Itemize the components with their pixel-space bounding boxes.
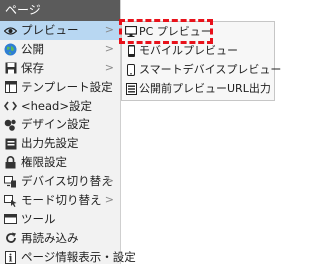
menu-item-label: ツール: [21, 211, 56, 226]
save-icon: [4, 62, 17, 75]
menu-item-device-switch[interactable]: デバイス切り替え >: [0, 172, 120, 191]
menu-item-template-settings[interactable]: テンプレート設定: [0, 78, 120, 97]
menu-item-publish[interactable]: 公開 >: [0, 40, 120, 59]
toolbar-icon: [4, 213, 17, 226]
url-output-icon: [125, 82, 137, 95]
submenu-item-smart-device-preview[interactable]: スマートデバイスプレビュー: [122, 60, 281, 79]
smartphone-icon: [125, 63, 137, 76]
submenu-arrow-icon: >: [104, 23, 114, 36]
menu-item-preview[interactable]: プレビュー >: [0, 21, 120, 40]
menu-item-save[interactable]: 保存 >: [0, 59, 120, 78]
menu-item-design-settings[interactable]: デザイン設定: [0, 115, 120, 134]
code-icon: [4, 100, 17, 113]
submenu-item-mobile-preview[interactable]: モバイルプレビュー: [122, 41, 274, 60]
menu-item-permission-settings[interactable]: 権限設定: [0, 153, 120, 172]
submenu-item-label: スマートデバイスプレビュー: [139, 63, 282, 76]
template-icon: [4, 81, 17, 94]
mode-switch-icon: [4, 194, 17, 207]
menu-item-label: 公開: [21, 41, 44, 56]
menu-item-label: デザイン設定: [21, 117, 90, 132]
page-menu: ページ プレビュー > 公開 > 保存 > テンプレート設定 <head>設定: [0, 0, 136, 264]
menu-item-label: モード切り替え: [21, 193, 102, 208]
submenu-item-pc-preview[interactable]: PC プレビュー: [122, 22, 274, 41]
info-icon: i: [4, 250, 17, 264]
palette-icon: [4, 118, 17, 131]
submenu-arrow-icon: >: [104, 174, 114, 188]
menu-item-label: テンプレート設定: [21, 79, 113, 94]
eye-icon: [4, 24, 17, 37]
reload-icon: [4, 232, 17, 245]
svg-text:i: i: [9, 253, 13, 264]
preview-submenu: PC プレビュー モバイルプレビュー スマートデバイスプレビュー 公開前プレビュ…: [121, 21, 281, 101]
submenu-item-label: PC プレビュー: [139, 25, 212, 38]
menu-item-label: デバイス切り替え: [21, 174, 113, 189]
menu-item-tools[interactable]: ツール: [0, 210, 120, 229]
submenu-item-label: 公開前プレビューURL出力: [139, 82, 271, 95]
menu-item-label: 権限設定: [21, 155, 67, 170]
submenu-arrow-icon: >: [104, 60, 114, 74]
menu-item-label: 再読み込み: [21, 230, 79, 245]
submenu-item-label: モバイルプレビュー: [139, 44, 238, 57]
menu-item-reload[interactable]: 再読み込み: [0, 229, 120, 248]
menu-item-mode-switch[interactable]: モード切り替え >: [0, 191, 120, 210]
menu-item-label: 保存: [21, 60, 44, 75]
menu-item-label: <head>設定: [21, 98, 92, 113]
submenu-arrow-icon: >: [104, 41, 114, 55]
menu-item-head-settings[interactable]: <head>設定: [0, 97, 120, 116]
menu-item-output-settings[interactable]: 出力先設定: [0, 134, 120, 153]
mobile-phone-icon: [125, 44, 137, 57]
device-switch-icon: [4, 175, 17, 188]
monitor-icon: [125, 25, 137, 38]
menu-item-label: 出力先設定: [21, 136, 79, 151]
menu-item-label: プレビュー: [21, 23, 79, 37]
lock-icon: [4, 156, 17, 169]
submenu-item-prepublish-url[interactable]: 公開前プレビューURL出力: [122, 79, 274, 98]
globe-icon: [4, 43, 17, 56]
output-folder-icon: [4, 137, 17, 150]
menu-title: ページ: [0, 0, 120, 21]
submenu-arrow-icon: >: [104, 193, 114, 207]
menu-item-label: ページ情報表示・設定: [21, 249, 136, 264]
